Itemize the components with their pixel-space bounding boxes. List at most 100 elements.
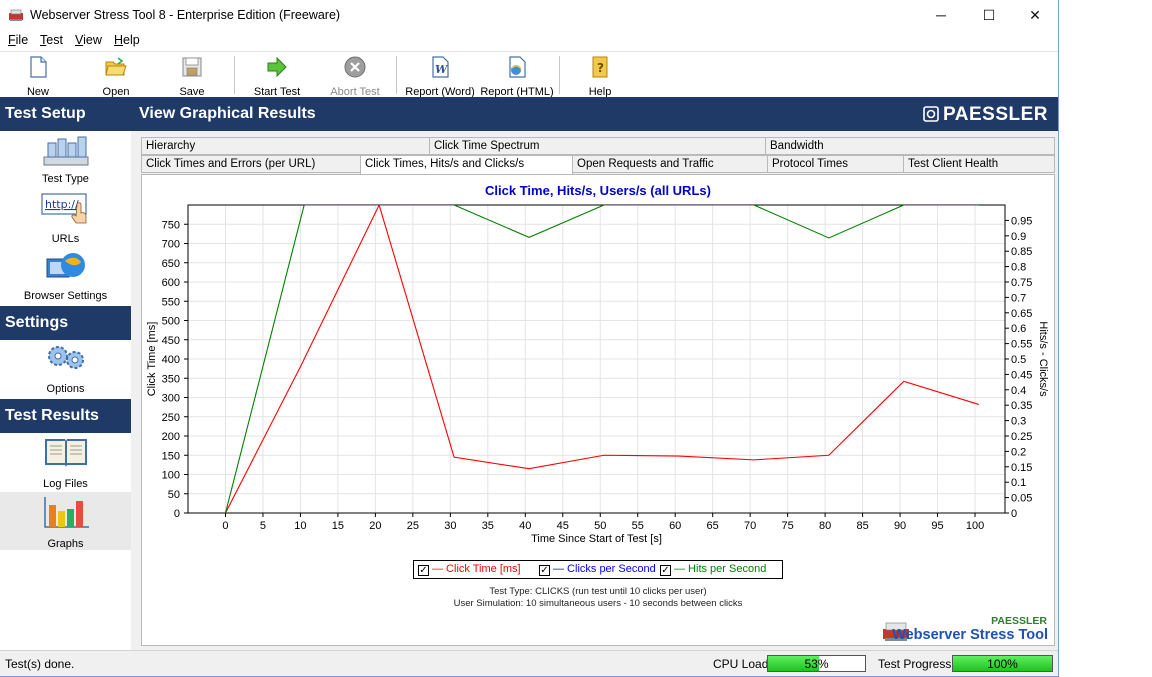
sidebar-item-options[interactable]: Options	[0, 343, 131, 395]
tab-bandwidth[interactable]: Bandwidth	[765, 137, 1055, 155]
x-tick-label: 65	[707, 520, 719, 532]
y2-tick-label: 0.5	[1011, 354, 1026, 366]
x-tick-label: 50	[594, 520, 606, 532]
tab-click-times-hits-clicks[interactable]: Click Times, Hits/s and Clicks/s	[360, 155, 573, 175]
sidebar-item-browser-settings[interactable]: Browser Settings	[0, 251, 131, 303]
y-tick-label: 450	[162, 335, 180, 347]
test-progress-bar: 100%	[952, 655, 1053, 672]
x-tick-label: 20	[369, 520, 381, 532]
html-document-icon	[509, 56, 526, 78]
y-axis-label: Click Time [ms]	[146, 322, 158, 397]
toolbar-separator	[396, 56, 397, 94]
abort-test-button[interactable]: Abort Test	[326, 55, 384, 98]
cpu-load-label: CPU Load:	[713, 657, 772, 671]
tab-click-time-spectrum[interactable]: Click Time Spectrum	[429, 137, 766, 155]
tab-click-times-errors[interactable]: Click Times and Errors (per URL)	[141, 155, 361, 173]
menu-test[interactable]: Test	[40, 33, 63, 47]
paessler-logo-icon	[923, 106, 939, 122]
legend-clicks-per-second[interactable]: ✓ — Clicks per Second	[539, 563, 656, 576]
user-simulation-info: User Simulation: 10 simultaneous users -…	[453, 598, 743, 609]
y2-tick-label: 0.15	[1011, 462, 1032, 474]
minimize-button[interactable]: ─	[918, 0, 964, 31]
x-tick-label: 55	[632, 520, 644, 532]
y-tick-label: 250	[162, 412, 180, 424]
y2-tick-label: 0.95	[1011, 215, 1032, 227]
y-tick-label: 400	[162, 354, 180, 366]
y-tick-label: 100	[162, 470, 180, 482]
tab-open-requests-traffic[interactable]: Open Requests and Traffic	[572, 155, 768, 173]
legend-click-time[interactable]: ✓ — Click Time [ms]	[418, 563, 521, 576]
start-test-button[interactable]: Start Test	[248, 55, 306, 98]
test-progress-value: 100%	[987, 657, 1018, 671]
report-html-button[interactable]: Report (HTML)	[480, 55, 554, 98]
x-tick-label: 85	[856, 520, 868, 532]
tab-protocol-times[interactable]: Protocol Times	[767, 155, 904, 173]
y2-tick-label: 0.25	[1011, 431, 1032, 443]
log-book-icon	[44, 439, 87, 467]
chart-panel: Click Time, Hits/s, Users/s (all URLs) 0 5…	[141, 174, 1055, 646]
x-axis-label: Time Since Start of Test [s]	[531, 533, 662, 545]
y2-tick-label: 0.45	[1011, 369, 1032, 381]
y-tick-label: 750	[162, 219, 180, 231]
x-tick-label: 40	[519, 520, 531, 532]
x-tick-label: 5	[260, 520, 266, 532]
open-folder-icon	[105, 57, 127, 76]
y2-tick-label: 0.65	[1011, 308, 1032, 320]
new-button[interactable]: New	[14, 55, 62, 98]
legend-hits-per-second[interactable]: ✓ — Hits per Second	[660, 563, 766, 576]
menu-help[interactable]: Help	[114, 33, 140, 47]
view-header: View Graphical Results PAESSLER	[131, 97, 1058, 131]
y-tick-label: 0	[174, 508, 180, 520]
y-tick-label: 600	[162, 277, 180, 289]
legend-checkbox[interactable]: ✓	[660, 565, 671, 576]
open-button[interactable]: Open	[92, 55, 140, 98]
tab-test-client-health[interactable]: Test Client Health	[903, 155, 1055, 173]
x-tick-label: 90	[894, 520, 906, 532]
tab-hierarchy[interactable]: Hierarchy	[141, 137, 430, 155]
x-tick-label: 35	[482, 520, 494, 532]
svg-text:?: ?	[597, 61, 604, 75]
y-tick-label: 150	[162, 450, 180, 462]
browser-settings-icon	[46, 253, 85, 278]
sidebar-section-test-results: Test Results	[0, 399, 131, 433]
x-tick-label: 80	[819, 520, 831, 532]
close-button[interactable]: ✕	[1012, 0, 1058, 31]
menu-file[interactable]: File	[8, 33, 28, 47]
sidebar: Test Setup Test Type http:// URLs Browse…	[0, 97, 131, 650]
page-title: View Graphical Results	[139, 105, 316, 122]
start-arrow-icon	[267, 56, 287, 78]
save-button[interactable]: Save	[168, 55, 216, 98]
y-tick-label: 550	[162, 296, 180, 308]
help-button[interactable]: ? Help	[578, 55, 622, 98]
maximize-button[interactable]: ☐	[966, 0, 1012, 31]
sidebar-item-log-files[interactable]: Log Files	[0, 435, 131, 491]
abort-icon	[344, 56, 366, 78]
sidebar-item-test-type[interactable]: Test Type	[0, 133, 131, 189]
window-title: Webserver Stress Tool 8 - Enterprise Edi…	[30, 8, 341, 22]
menu-view[interactable]: View	[75, 33, 102, 47]
x-tick-label: 0	[222, 520, 228, 532]
x-tick-label: 25	[407, 520, 419, 532]
y-tick-label: 700	[162, 239, 180, 251]
help-book-icon: ?	[592, 56, 608, 78]
y-tick-label: 350	[162, 373, 180, 385]
y-tick-label: 200	[162, 431, 180, 443]
y2-tick-label: 0.4	[1011, 385, 1026, 397]
options-gears-icon	[47, 346, 84, 369]
x-tick-label: 95	[931, 520, 943, 532]
x-tick-label: 75	[782, 520, 794, 532]
toolbar-separator	[559, 56, 560, 94]
status-message: Test(s) done.	[5, 657, 75, 671]
y-tick-label: 500	[162, 316, 180, 328]
sidebar-item-graphs[interactable]: Graphs	[0, 492, 131, 550]
report-word-button[interactable]: W Report (Word)	[402, 55, 478, 98]
y-tick-label: 650	[162, 258, 180, 270]
sidebar-item-urls[interactable]: http:// URLs	[0, 191, 131, 247]
y2-tick-label: 0.9	[1011, 231, 1026, 243]
svg-text:http://: http://	[45, 198, 79, 211]
legend-checkbox[interactable]: ✓	[539, 565, 550, 576]
word-document-icon: W	[432, 56, 449, 78]
legend-checkbox[interactable]: ✓	[418, 565, 429, 576]
x-tick-label: 10	[294, 520, 306, 532]
app-icon	[9, 9, 23, 21]
